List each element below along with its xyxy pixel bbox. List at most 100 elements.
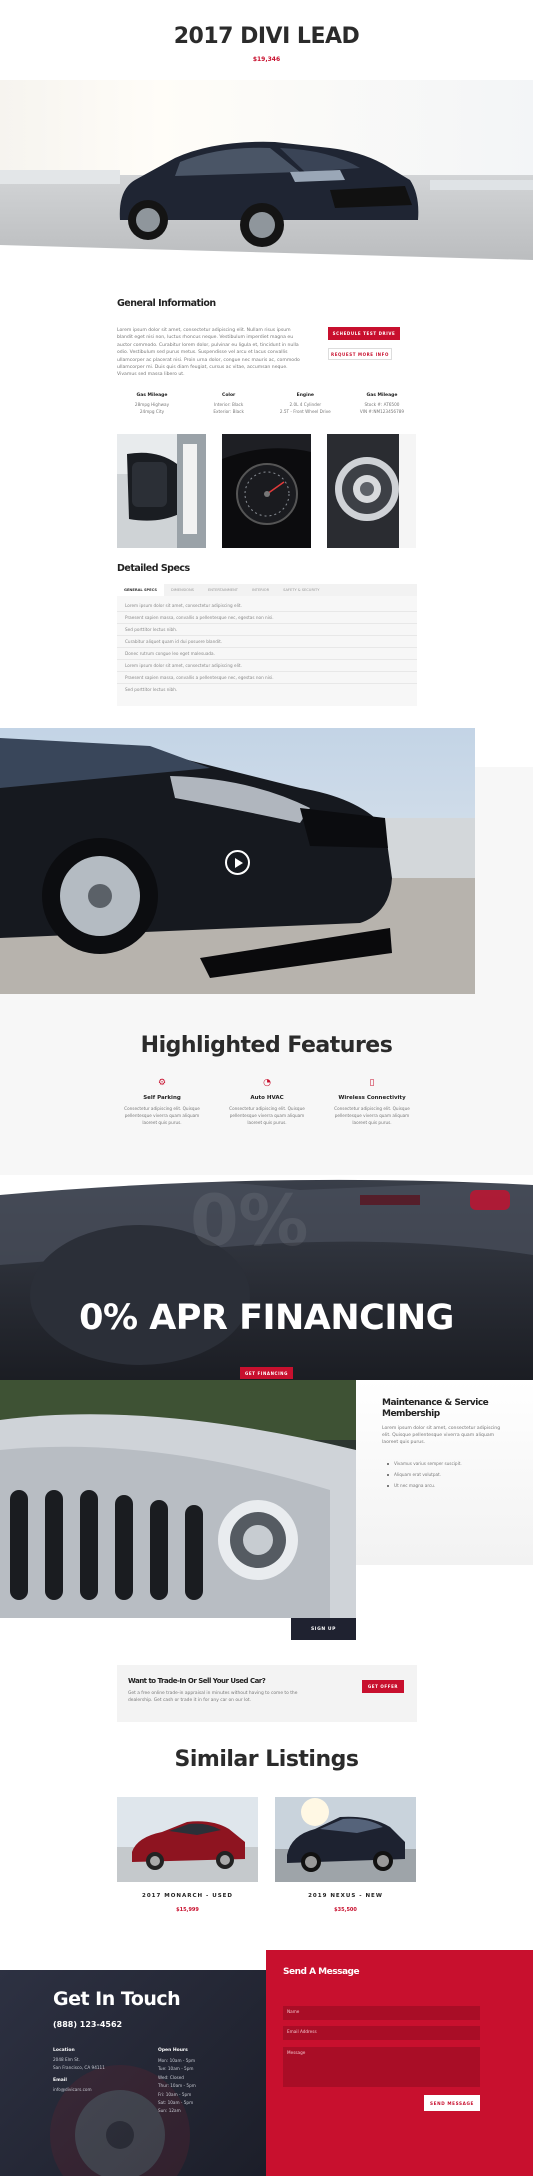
- stat-value: 2.0L 4 Cylinder: [289, 402, 322, 407]
- stat-value: Interior: Black: [214, 402, 244, 407]
- bullet-dot-icon: [387, 1473, 389, 1476]
- detailed-specs-heading: Detailed Specs: [117, 563, 190, 574]
- feature-item: ▯ Wireless Connectivity Consectetur adip…: [327, 1078, 417, 1126]
- feature-item: ⚙ Self Parking Consectetur adipiscing el…: [117, 1078, 207, 1126]
- stat-label: Engine: [296, 393, 314, 398]
- hours-label: Open Hours: [158, 2048, 188, 2053]
- spec-row: Sed porttitor lectus nibh.: [117, 624, 417, 636]
- stat-item: Color Interior: Black Exterior: Black: [194, 393, 264, 421]
- apr-heading: 0% APR FINANCING: [79, 1298, 454, 1338]
- spec-row: Curabitur aliquet quam id dui posuere bl…: [117, 636, 417, 648]
- spec-row: Donec rutrum congue leo eget malesuada.: [117, 648, 417, 660]
- hours-list: Mon: 10am - 5pm Tue: 10am - 5pm Wed: Clo…: [158, 2057, 196, 2116]
- tab-entertainment[interactable]: ENTERTAINMENT: [201, 584, 245, 596]
- feature-text: Consectetur adipiscing elit. Quisque pel…: [124, 1106, 200, 1125]
- spec-row: Praesent sapien massa, convallis a pelle…: [117, 672, 417, 684]
- get-financing-button[interactable]: GET FINANCING: [240, 1367, 293, 1379]
- hours-line: Sat: 10am - 5pm: [158, 2100, 194, 2106]
- hero-price: $19,346: [252, 56, 281, 63]
- schedule-test-drive-button[interactable]: SCHEDULE TEST DRIVE: [328, 327, 400, 340]
- stat-value: Stock #: AT6500: [364, 402, 400, 407]
- bullet-item: Vivamus varius semper suscipit.: [387, 1460, 507, 1467]
- maintenance-jeep-image: [0, 1380, 356, 1618]
- gear-icon: ⚙: [157, 1078, 167, 1088]
- maintenance-bullets: Vivamus varius semper suscipit. Aliquam …: [387, 1460, 507, 1493]
- stat-value: VIN #:NM123456789: [359, 409, 405, 414]
- phone-icon: ▯: [369, 1078, 375, 1088]
- hero-car-image: [0, 80, 533, 275]
- feature-title: Auto HVAC: [250, 1095, 284, 1101]
- stat-item: Gas Mileage Stock #: AT6500 VIN #:NM1234…: [347, 393, 417, 421]
- bullet-dot-icon: [387, 1462, 389, 1465]
- similar-listings-heading: Similar Listings: [174, 1747, 359, 1772]
- request-more-info-button[interactable]: REQUEST MORE INFO: [328, 348, 392, 360]
- stats-row: Gas Mileage 28mpg Highway 24mpg City Col…: [117, 393, 417, 421]
- gallery-image-headlight[interactable]: [327, 434, 416, 548]
- play-icon: [235, 857, 243, 868]
- name-field[interactable]: Name: [283, 2006, 480, 2020]
- hours-line: Fri: 10am - 5pm: [158, 2091, 192, 2097]
- features-row: ⚙ Self Parking Consectetur adipiscing el…: [117, 1078, 417, 1126]
- stat-label: Color: [222, 393, 236, 398]
- stat-value: 24mpg City: [139, 409, 165, 414]
- specs-panel: Lorem ipsum dolor sit amet, consectetur …: [117, 596, 417, 706]
- trade-in-heading: Want to Trade-In Or Sell Your Used Car?: [128, 1677, 266, 1685]
- email-field[interactable]: Email Address: [283, 2026, 480, 2040]
- hours-line: Thur: 10am - 5pm: [158, 2083, 196, 2089]
- feature-text: Consectetur adipiscing elit. Quisque pel…: [334, 1106, 410, 1125]
- tab-interior[interactable]: INTERIOR: [245, 584, 276, 596]
- trade-in-text: Get a free online trade-in appraisal in …: [128, 1691, 298, 1703]
- apr-watermark-text: 0%: [190, 1180, 308, 1262]
- tab-safety-security[interactable]: SAFETY & SECURITY: [276, 584, 326, 596]
- general-info-heading: General Information: [117, 298, 216, 309]
- bullet-item: Ut nec magna arcu.: [387, 1482, 507, 1489]
- bullet-text: Aliquam erat volutpat.: [394, 1472, 442, 1477]
- hours-line: Mon: 10am - 5pm: [158, 2058, 196, 2063]
- stat-value: 28mpg Highway: [134, 402, 170, 407]
- gallery-image-dashboard[interactable]: [222, 434, 311, 548]
- feature-text: Consectetur adipiscing elit. Quisque pel…: [229, 1106, 305, 1125]
- contact-email[interactable]: info@divicars.com: [53, 2087, 92, 2092]
- bullet-text: Ut nec magna arcu.: [394, 1483, 436, 1488]
- stat-value: 2.5T - Front Wheel Drive: [279, 409, 331, 414]
- sign-up-button[interactable]: SIGN UP: [291, 1618, 356, 1640]
- listing-image-monarch[interactable]: [117, 1797, 258, 1882]
- location-label: Location: [53, 2048, 75, 2053]
- send-message-heading: Send A Message: [283, 1967, 360, 1977]
- stat-label: Gas Mileage: [366, 393, 398, 398]
- specs-tabs: GENERAL SPECS DIMENSIONS ENTERTAINMENT I…: [117, 584, 417, 596]
- listing-price: $35,500: [334, 1907, 357, 1913]
- tab-dimensions[interactable]: DIMENSIONS: [164, 584, 201, 596]
- stat-item: Engine 2.0L 4 Cylinder 2.5T - Front Whee…: [270, 393, 340, 421]
- get-offer-button[interactable]: GET OFFER: [362, 1680, 404, 1693]
- listing-title[interactable]: 2017 MONARCH - USED: [117, 1893, 258, 1899]
- listing-title[interactable]: 2019 NEXUS - NEW: [275, 1893, 416, 1899]
- features-heading: Highlighted Features: [140, 1033, 393, 1058]
- location-line: 2048 Elm St.: [53, 2057, 80, 2062]
- play-button[interactable]: [225, 850, 250, 875]
- fan-icon: ◔: [263, 1078, 271, 1088]
- bullet-dot-icon: [387, 1484, 389, 1487]
- maintenance-text: Lorem ipsum dolor sit amet, consectetur …: [382, 1426, 501, 1445]
- listing-image-nexus[interactable]: [275, 1797, 416, 1882]
- bullet-text: Vivamus varius semper suscipit.: [394, 1461, 462, 1466]
- stat-value: Exterior: Black: [213, 409, 244, 414]
- bullet-item: Aliquam erat volutpat.: [387, 1471, 507, 1478]
- spec-row: Lorem ipsum dolor sit amet, consectetur …: [117, 600, 417, 612]
- hours-line: Sun: 12am: [158, 2108, 181, 2114]
- send-message-button[interactable]: SEND MESSAGE: [424, 2095, 480, 2111]
- listing-price: $15,999: [176, 1907, 199, 1913]
- hours-line: Tue: 10am - 5pm: [158, 2066, 194, 2072]
- contact-phone[interactable]: (888) 123-4562: [53, 2020, 122, 2029]
- spec-row: Praesent sapien massa, convallis a pelle…: [117, 612, 417, 624]
- stat-item: Gas Mileage 28mpg Highway 24mpg City: [117, 393, 187, 421]
- contact-heading: Get In Touch: [53, 1988, 181, 2010]
- hours-line: Wed: Closed: [158, 2074, 184, 2080]
- spec-row: Lorem ipsum dolor sit amet, consectetur …: [117, 660, 417, 672]
- tab-general-specs[interactable]: GENERAL SPECS: [117, 584, 164, 596]
- message-field[interactable]: Message: [283, 2047, 480, 2087]
- maintenance-heading: Maintenance & Service Membership: [382, 1398, 489, 1419]
- feature-item: ◔ Auto HVAC Consectetur adipiscing elit.…: [222, 1078, 312, 1126]
- gallery-image-mirror[interactable]: [117, 434, 206, 548]
- general-info-paragraph: Lorem ipsum dolor sit amet, consectetur …: [117, 328, 300, 378]
